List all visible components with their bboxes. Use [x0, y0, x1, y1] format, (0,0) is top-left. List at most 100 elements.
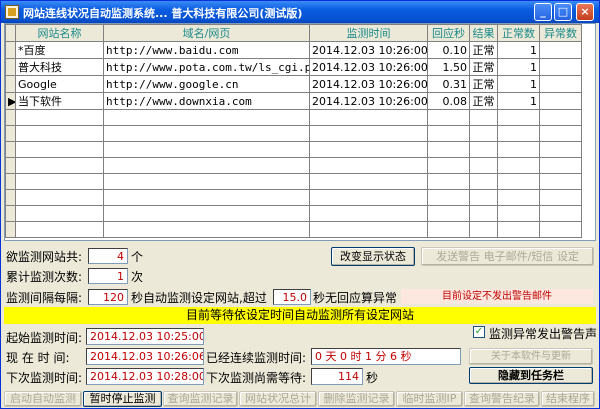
header-time[interactable]: 监测时间 — [309, 24, 428, 42]
change-display-button[interactable]: 改变显示状态 — [331, 247, 415, 266]
header-domain[interactable]: 域名/网页 — [103, 24, 310, 42]
maximize-button[interactable]: □ — [554, 3, 572, 21]
total-count-field: 1 — [88, 268, 128, 284]
empty-row — [5, 109, 582, 126]
cell-url: http://www.downxia.com — [103, 92, 310, 110]
empty-row — [5, 221, 582, 238]
temp-monitor-ip-button[interactable]: 临时监测IP — [396, 391, 463, 407]
empty-cell — [497, 205, 540, 222]
empty-cell — [469, 157, 498, 174]
cell-result: 正常 — [469, 75, 498, 93]
empty-cell — [103, 141, 310, 158]
cell-time: 2014.12.03 10:26:00 — [309, 92, 428, 110]
row-selector[interactable] — [5, 41, 16, 59]
empty-row — [5, 125, 582, 142]
empty-row — [5, 205, 582, 222]
empty-cell — [427, 125, 470, 142]
header-normal[interactable]: 正常数 — [497, 24, 540, 42]
empty-cell — [15, 141, 104, 158]
interval-label: 监测间隔每隔: — [6, 291, 83, 305]
empty-cell — [497, 109, 540, 126]
alert-sound-checkbox[interactable]: ✓ — [473, 326, 485, 338]
start-time-label: 起始监测时间: — [6, 331, 83, 345]
timeout-field[interactable]: 15.0 — [273, 289, 311, 305]
cell-time: 2014.12.03 10:26:00 — [309, 58, 428, 76]
cell-url: http://www.pota.com.tw/ls_cgi.phpx?cfi — [103, 58, 310, 76]
hide-to-tray-button[interactable]: 隐藏到任务栏 — [469, 367, 593, 384]
header-response[interactable]: 回应秒 — [427, 24, 470, 42]
interval-text: 秒自动监测设定网站,超过 — [131, 291, 267, 305]
empty-cell — [469, 125, 498, 142]
about-update-button[interactable]: 关于本软件与更新 — [469, 348, 593, 365]
empty-cell — [427, 157, 470, 174]
empty-cell — [15, 205, 104, 222]
site-summary-button[interactable]: 网站状况总计 — [239, 391, 317, 407]
interval-field[interactable]: 120 — [88, 289, 128, 305]
cell-normal: 1 — [497, 58, 540, 76]
cell-abnormal — [539, 58, 582, 76]
title-bar[interactable]: 网站连线状况自动监测系统... 普大科技有限公司(测试版) _ □ × — [1, 1, 599, 23]
empty-cell — [539, 141, 582, 158]
query-alerts-button[interactable]: 查询警告纪录 — [464, 391, 540, 407]
table-row[interactable]: Google http://www.google.cn 2014.12.03 10:… — [5, 75, 582, 93]
empty-cell — [427, 205, 470, 222]
empty-cell — [309, 189, 428, 206]
row-selector[interactable] — [5, 75, 16, 93]
empty-cell — [103, 221, 310, 238]
empty-cell — [5, 109, 16, 126]
empty-cell — [497, 189, 540, 206]
empty-cell — [497, 157, 540, 174]
empty-cell — [5, 157, 16, 174]
cell-normal: 1 — [497, 92, 540, 110]
cell-result: 正常 — [469, 92, 498, 110]
table-header-row: 网站名称 域名/网页 监测时间 回应秒 结果 正常数 异常数 — [5, 24, 582, 42]
elapsed-field: 0 天 0 时 1 分 6 秒 — [311, 348, 461, 365]
empty-cell — [309, 109, 428, 126]
cell-abnormal — [539, 75, 582, 93]
empty-cell — [497, 173, 540, 190]
empty-cell — [15, 173, 104, 190]
now-time-field: 2014.12.03 10:26:06 — [86, 348, 204, 365]
empty-cell — [497, 141, 540, 158]
close-button[interactable]: × — [576, 3, 594, 21]
table-row[interactable]: ▶当下软件http://www.downxia.com2014.12.03 10… — [5, 92, 582, 110]
header-result[interactable]: 结果 — [469, 24, 498, 42]
delete-records-button[interactable]: 删除监测记录 — [318, 391, 395, 407]
site-count-label: 欲监测网站共: — [6, 250, 83, 264]
site-grid[interactable]: 网站名称 域名/网页 监测时间 回应秒 结果 正常数 异常数 *百度 http:/… — [4, 23, 596, 241]
empty-cell — [309, 221, 428, 238]
wait-unit: 秒 — [366, 371, 379, 385]
empty-cell — [469, 189, 498, 206]
empty-cell — [103, 125, 310, 142]
cell-site-name: Google — [15, 75, 104, 93]
cell-normal: 1 — [497, 75, 540, 93]
row-selector[interactable]: ▶ — [5, 92, 16, 110]
header-site-name[interactable]: 网站名称 — [15, 24, 104, 42]
empty-cell — [15, 109, 104, 126]
send-alert-settings-button[interactable]: 发送警告 电子邮件/短信 设定 — [421, 247, 594, 266]
empty-cell — [539, 125, 582, 142]
exit-program-button[interactable]: 结束程序 — [541, 391, 595, 407]
cell-result: 正常 — [469, 41, 498, 59]
empty-cell — [497, 125, 540, 142]
empty-cell — [5, 141, 16, 158]
header-abnormal[interactable]: 异常数 — [539, 24, 582, 42]
client-area: 网站名称 域名/网页 监测时间 回应秒 结果 正常数 异常数 *百度 http:/… — [4, 23, 597, 407]
pause-monitor-button[interactable]: 暂时停止监测 — [83, 391, 162, 407]
table-row[interactable]: *百度 http://www.baidu.com 2014.12.03 10:26:… — [5, 41, 582, 59]
empty-cell — [309, 205, 428, 222]
empty-cell — [539, 157, 582, 174]
minimize-button[interactable]: _ — [534, 3, 552, 21]
table-row[interactable]: 普大科技http://www.pota.com.tw/ls_cgi.phpx?c… — [5, 58, 582, 76]
empty-cell — [5, 221, 16, 238]
empty-cell — [539, 205, 582, 222]
empty-cell — [427, 221, 470, 238]
now-time-label: 现 在 时 间: — [6, 351, 70, 365]
row-selector[interactable] — [5, 58, 16, 76]
start-monitor-button[interactable]: 启动自动监测 — [4, 391, 82, 407]
query-records-button[interactable]: 查询监测记录 — [163, 391, 238, 407]
site-count-field: 4 — [88, 248, 128, 264]
empty-cell — [427, 109, 470, 126]
wait-field: 114 — [311, 368, 363, 385]
cell-result: 正常 — [469, 58, 498, 76]
